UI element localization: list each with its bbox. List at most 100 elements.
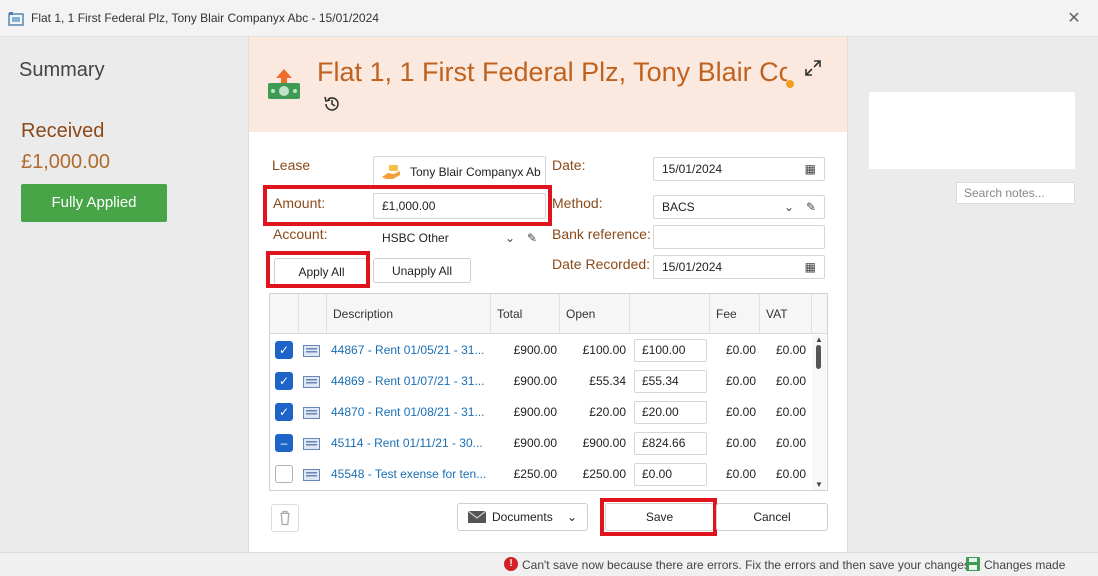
- table-row[interactable]: ✓ 44870 - Rent 01/08/21 - 31... £900.00 £20…: [270, 397, 811, 428]
- app-icon: [8, 12, 24, 26]
- row-vat: £0.00: [775, 343, 806, 357]
- history-icon[interactable]: [323, 95, 341, 113]
- calendar-icon[interactable]: ▦: [805, 162, 816, 176]
- lease-field[interactable]: Tony Blair Companyx Ab: [373, 156, 546, 188]
- error-message: Can't save now because there are errors.…: [522, 558, 970, 572]
- type-column-header: [299, 294, 327, 334]
- row-fee: £0.00: [725, 405, 756, 419]
- row-total: £900.00: [513, 374, 557, 388]
- row-checkbox[interactable]: –: [275, 434, 293, 452]
- table-scrollbar[interactable]: ▲ ▼: [812, 335, 826, 490]
- cancel-button[interactable]: Cancel: [716, 503, 828, 531]
- bank-reference-label: Bank reference:: [552, 226, 651, 242]
- row-fee: £0.00: [725, 436, 756, 450]
- row-description[interactable]: 44867 - Rent 01/05/21 - 31...: [331, 335, 486, 366]
- lease-label: Lease: [272, 157, 311, 173]
- receipt-header: Flat 1, 1 First Federal Plz, Tony Blair …: [249, 37, 847, 132]
- table-row[interactable]: – 45114 - Rent 01/11/21 - 30... £900.00 £90…: [270, 428, 811, 459]
- table-row[interactable]: ✓ 44869 - Rent 01/07/21 - 31... £900.00 £55…: [270, 366, 811, 397]
- method-select[interactable]: BACS ⌄ ✎: [653, 195, 825, 219]
- receipt-form-panel: Flat 1, 1 First Federal Plz, Tony Blair …: [248, 37, 848, 552]
- date-label: Date:: [552, 157, 586, 173]
- date-picker[interactable]: 15/01/2024 ▦: [653, 157, 825, 181]
- apply-all-button[interactable]: Apply All: [274, 258, 369, 285]
- chevron-down-icon: ⌄: [783, 200, 794, 214]
- received-amount: £1,000.00: [21, 151, 110, 173]
- column-fee[interactable]: Fee: [710, 294, 760, 334]
- close-icon[interactable]: ✕: [1064, 9, 1084, 29]
- title-bar: Flat 1, 1 First Federal Plz, Tony Blair …: [0, 0, 1098, 37]
- amount-value: £1,000.00: [382, 199, 436, 213]
- lease-value: Tony Blair Companyx Ab: [410, 165, 541, 179]
- row-fee: £0.00: [725, 343, 756, 357]
- allocation-table: Description Total Open Fee VAT ✓ 44867 - …: [269, 293, 828, 491]
- delete-button[interactable]: [271, 504, 299, 532]
- apply-amount-input[interactable]: £20.00: [634, 401, 707, 424]
- notes-panel: Search notes...: [848, 37, 1098, 552]
- row-checkbox[interactable]: ✓: [275, 341, 293, 359]
- apply-amount-input[interactable]: £100.00: [634, 339, 707, 362]
- invoice-icon: [303, 438, 320, 450]
- apply-amount-input[interactable]: £824.66: [634, 432, 707, 455]
- invoice-icon: [303, 407, 320, 419]
- row-total: £900.00: [513, 343, 557, 357]
- error-icon: !: [504, 557, 518, 571]
- apply-amount-input[interactable]: £0.00: [634, 463, 707, 486]
- row-checkbox[interactable]: ✓: [275, 403, 293, 421]
- row-vat: £0.00: [775, 436, 806, 450]
- chevron-down-icon: ⌄: [566, 510, 577, 524]
- envelope-icon: [468, 511, 486, 523]
- expand-icon[interactable]: [804, 59, 822, 77]
- column-total[interactable]: Total: [491, 294, 560, 334]
- row-description[interactable]: 45114 - Rent 01/11/21 - 30...: [331, 428, 486, 459]
- page-title: Flat 1, 1 First Federal Plz, Tony Blair …: [317, 57, 787, 87]
- row-open: £20.00: [589, 405, 626, 419]
- column-description[interactable]: Description: [327, 294, 491, 334]
- window-title: Flat 1, 1 First Federal Plz, Tony Blair …: [31, 11, 379, 25]
- row-total: £250.00: [513, 467, 557, 481]
- row-open: £250.00: [582, 467, 626, 481]
- apply-amount-input[interactable]: £55.34: [634, 370, 707, 393]
- account-select[interactable]: HSBC Other ⌄ ✎: [373, 226, 546, 250]
- unapply-all-button[interactable]: Unapply All: [373, 258, 471, 283]
- date-recorded-label: Date Recorded:: [552, 256, 651, 272]
- date-value: 15/01/2024: [662, 162, 723, 176]
- search-notes-input[interactable]: Search notes...: [956, 182, 1075, 204]
- column-apply[interactable]: [630, 294, 710, 334]
- bank-reference-input[interactable]: [653, 225, 825, 249]
- fully-applied-badge[interactable]: Fully Applied: [21, 184, 167, 222]
- date-recorded-picker[interactable]: 15/01/2024 ▦: [653, 255, 825, 279]
- column-vat[interactable]: VAT: [760, 294, 812, 334]
- table-row[interactable]: ✓ 44867 - Rent 01/05/21 - 31... £900.00 £10…: [270, 335, 811, 366]
- documents-button[interactable]: Documents ⌄: [457, 503, 588, 531]
- account-label: Account:: [273, 226, 328, 242]
- row-open: £900.00: [582, 436, 626, 450]
- summary-title: Summary: [19, 59, 105, 81]
- status-bar: ! Can't save now because there are error…: [0, 552, 1098, 576]
- table-row[interactable]: 45548 - Test exense for ten... £250.00 £25…: [270, 459, 811, 490]
- method-value: BACS: [662, 200, 695, 214]
- row-vat: £0.00: [775, 467, 806, 481]
- save-button[interactable]: Save: [605, 503, 714, 531]
- calendar-icon[interactable]: ▦: [805, 260, 816, 274]
- notes-area[interactable]: [869, 92, 1075, 169]
- account-value: HSBC Other: [382, 231, 449, 245]
- row-description[interactable]: 44869 - Rent 01/07/21 - 31...: [331, 366, 486, 397]
- row-total: £900.00: [513, 436, 557, 450]
- row-checkbox[interactable]: ✓: [275, 372, 293, 390]
- invoice-icon: [303, 376, 320, 388]
- edit-icon[interactable]: ✎: [806, 200, 816, 214]
- row-vat: £0.00: [775, 374, 806, 388]
- changes-status: Changes made: [984, 558, 1066, 572]
- row-description[interactable]: 45548 - Test exense for ten...: [331, 459, 486, 490]
- row-description[interactable]: 44870 - Rent 01/08/21 - 31...: [331, 397, 486, 428]
- documents-label: Documents: [492, 510, 553, 524]
- row-total: £900.00: [513, 405, 557, 419]
- row-checkbox[interactable]: [275, 465, 293, 483]
- method-label: Method:: [552, 195, 603, 211]
- table-header: Description Total Open Fee VAT: [270, 294, 827, 334]
- edit-icon[interactable]: ✎: [527, 231, 537, 245]
- select-column-header: [270, 294, 299, 334]
- column-open[interactable]: Open: [560, 294, 630, 334]
- amount-input[interactable]: £1,000.00: [373, 193, 546, 219]
